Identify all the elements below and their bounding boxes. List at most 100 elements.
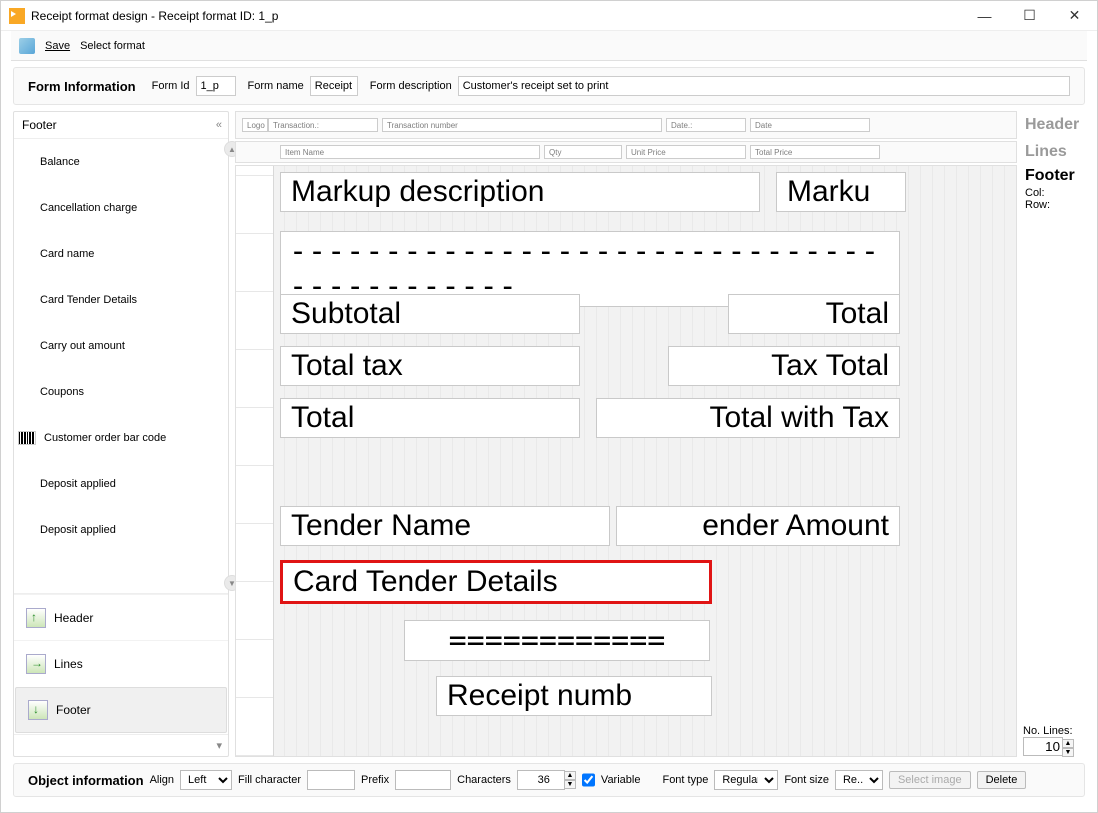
form-description-input[interactable] xyxy=(458,76,1070,96)
nav-header[interactable]: Header xyxy=(14,594,228,640)
prefix-label: Prefix xyxy=(361,774,389,786)
minimize-button[interactable]: — xyxy=(962,1,1007,30)
sidebar-item-cancellation-charge[interactable]: Cancellation charge xyxy=(14,185,228,231)
window-title: Receipt format design - Receipt format I… xyxy=(31,9,962,23)
lines-total-price[interactable]: Total Price xyxy=(750,145,880,159)
no-lines-spin-down[interactable]: ▼ xyxy=(1062,748,1074,757)
form-name-input[interactable] xyxy=(310,76,358,96)
field-tender-name[interactable]: Tender Name xyxy=(280,506,610,546)
footer-icon xyxy=(28,700,48,720)
no-lines-wrap: No. Lines: ▲▼ xyxy=(1023,725,1085,757)
field-total-with-tax[interactable]: Total with Tax xyxy=(596,398,900,438)
col-label: Col: xyxy=(1023,187,1085,199)
font-size-label: Font size xyxy=(784,774,829,786)
delete-button[interactable]: Delete xyxy=(977,771,1027,789)
variable-checkbox[interactable] xyxy=(582,770,595,790)
form-name-label: Form name xyxy=(248,80,304,92)
window-controls: — ☐ ✕ xyxy=(962,1,1097,30)
sidebar-item-balance[interactable]: Balance xyxy=(14,139,228,185)
sidebar-items-wrap: ▲ Balance Cancellation charge Card name … xyxy=(14,139,228,593)
footer-design-canvas[interactable]: Markup description Marku ---------------… xyxy=(235,165,1017,757)
field-total[interactable]: Total xyxy=(280,398,580,438)
characters-input[interactable] xyxy=(517,770,565,790)
field-total-tax[interactable]: Total tax xyxy=(280,346,580,386)
variable-label: Variable xyxy=(601,774,641,786)
header-transaction-label[interactable]: Transaction.: xyxy=(268,118,378,132)
no-lines-spin-up[interactable]: ▲ xyxy=(1062,739,1074,748)
field-subtotal[interactable]: Subtotal xyxy=(280,294,580,334)
save-icon xyxy=(19,38,35,54)
select-format-button[interactable]: Select format xyxy=(80,40,145,52)
field-total-right[interactable]: Total xyxy=(728,294,900,334)
select-image-button[interactable]: Select image xyxy=(889,771,971,789)
header-date-label[interactable]: Date.: xyxy=(666,118,746,132)
canvas-column: Logo Transaction.: Transaction number Da… xyxy=(235,111,1017,757)
header-strip[interactable]: Logo Transaction.: Transaction number Da… xyxy=(235,111,1017,139)
nav-footer[interactable]: Footer xyxy=(15,687,227,733)
font-type-label: Font type xyxy=(662,774,708,786)
sidebar-item-coupons[interactable]: Coupons xyxy=(14,369,228,415)
header-icon xyxy=(26,608,46,628)
lines-boxes: Item Name Qty Unit Price Total Price xyxy=(236,142,1016,162)
font-type-select[interactable]: Regular xyxy=(714,770,778,790)
field-tender-amount[interactable]: ender Amount xyxy=(616,506,900,546)
sidebar-item-card-tender-details[interactable]: Card Tender Details xyxy=(14,277,228,323)
lines-icon xyxy=(26,654,46,674)
field-markup-description[interactable]: Markup description xyxy=(280,172,760,212)
form-id-input[interactable] xyxy=(196,76,236,96)
lines-item-name[interactable]: Item Name xyxy=(280,145,540,159)
form-description-label: Form description xyxy=(370,80,452,92)
field-receipt-number[interactable]: Receipt numb xyxy=(436,676,712,716)
header-date[interactable]: Date xyxy=(750,118,870,132)
characters-label: Characters xyxy=(457,774,511,786)
field-card-tender-details[interactable]: Card Tender Details xyxy=(280,560,712,604)
close-button[interactable]: ✕ xyxy=(1052,1,1097,30)
fill-character-input[interactable] xyxy=(307,770,355,790)
field-equals-separator[interactable]: ============ xyxy=(404,620,710,661)
maximize-button[interactable]: ☐ xyxy=(1007,1,1052,30)
sidebar: Footer « ▲ Balance Cancellation charge C… xyxy=(13,111,229,757)
form-information-bar: Form Information Form Id Form name Form … xyxy=(13,67,1085,105)
barcode-icon xyxy=(18,431,36,445)
sidebar-collapse-icon[interactable]: « xyxy=(216,119,220,131)
sidebar-header: Footer « xyxy=(14,112,228,139)
save-button[interactable]: Save xyxy=(45,40,70,52)
characters-wrap: ▲▼ xyxy=(517,770,576,790)
form-id-label: Form Id xyxy=(152,80,190,92)
right-label-panel: Header Lines Footer Col: Row: No. Lines:… xyxy=(1023,111,1085,757)
field-tax-total[interactable]: Tax Total xyxy=(668,346,900,386)
align-label: Align xyxy=(150,774,174,786)
lines-strip[interactable]: Item Name Qty Unit Price Total Price xyxy=(235,141,1017,163)
header-transaction-number[interactable]: Transaction number xyxy=(382,118,662,132)
sidebar-item-carry-out-amount[interactable]: Carry out amount xyxy=(14,323,228,369)
field-markup-right[interactable]: Marku xyxy=(776,172,906,212)
section-label-header: Header xyxy=(1023,111,1085,139)
section-label-footer: Footer xyxy=(1023,165,1085,187)
sidebar-nav: Header Lines Footer xyxy=(14,593,228,734)
sidebar-more-icon[interactable]: ▾ xyxy=(216,739,222,752)
sidebar-title: Footer xyxy=(22,118,57,132)
main-toolbar: Save Select format xyxy=(11,31,1087,61)
lines-unit-price[interactable]: Unit Price xyxy=(626,145,746,159)
characters-spin-down[interactable]: ▼ xyxy=(564,780,576,789)
sidebar-item-customer-order-barcode[interactable]: Customer order bar code xyxy=(14,415,228,461)
ruler-left xyxy=(236,166,274,756)
section-label-lines: Lines xyxy=(1023,141,1085,163)
sidebar-item-deposit-applied[interactable]: Deposit applied xyxy=(14,461,228,507)
no-lines-spinner: ▲▼ xyxy=(1062,739,1074,757)
header-logo-box[interactable]: Logo xyxy=(242,118,268,132)
fill-character-label: Fill character xyxy=(238,774,301,786)
nav-lines[interactable]: Lines xyxy=(14,640,228,686)
align-select[interactable]: Left xyxy=(180,770,232,790)
sidebar-item-card-name[interactable]: Card name xyxy=(14,231,228,277)
no-lines-input[interactable] xyxy=(1023,737,1063,756)
object-information-bar: Object information Align Left Fill chara… xyxy=(13,763,1085,797)
lines-qty[interactable]: Qty xyxy=(544,145,622,159)
font-size-select[interactable]: Re... xyxy=(835,770,883,790)
no-lines-label: No. Lines: xyxy=(1023,725,1085,737)
design-wrap: Markup description Marku ---------------… xyxy=(235,165,1017,757)
sidebar-item-deposit-applied-2[interactable]: Deposit applied xyxy=(14,507,228,553)
characters-spin-up[interactable]: ▲ xyxy=(564,771,576,780)
object-information-label: Object information xyxy=(28,773,144,788)
prefix-input[interactable] xyxy=(395,770,451,790)
